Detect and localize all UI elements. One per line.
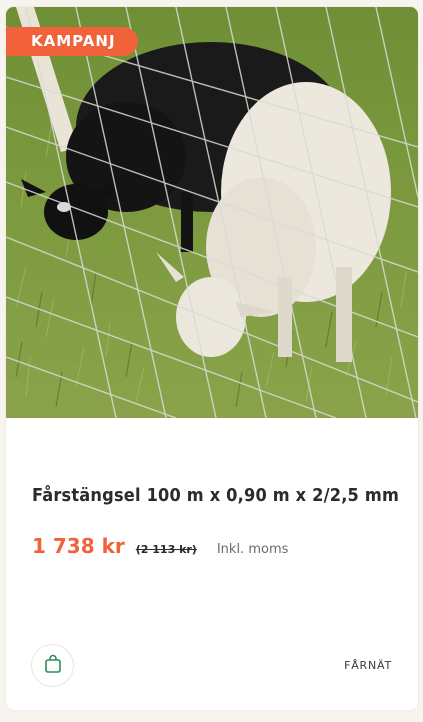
product-title[interactable]: Fårstängsel 100 m x 0,90 m x 2/2,5 mm xyxy=(32,485,402,506)
add-to-cart-button[interactable] xyxy=(31,644,74,687)
brand-label: FÅRNÄT xyxy=(344,659,392,672)
product-card[interactable]: KAMPANJ Fårstängsel 100 m x 0,90 m x 2/2… xyxy=(6,7,418,710)
campaign-badge: KAMPANJ xyxy=(6,27,138,56)
vat-note: Inkl. moms xyxy=(216,542,289,557)
product-image[interactable]: KAMPANJ xyxy=(6,7,418,418)
price-row: 1 738 kr (2 113 kr) Inkl. moms xyxy=(32,534,288,558)
shopping-bag-icon xyxy=(44,654,62,678)
product-photo xyxy=(6,7,418,418)
current-price: 1 738 kr xyxy=(32,534,125,558)
original-price: (2 113 kr) xyxy=(135,543,197,556)
